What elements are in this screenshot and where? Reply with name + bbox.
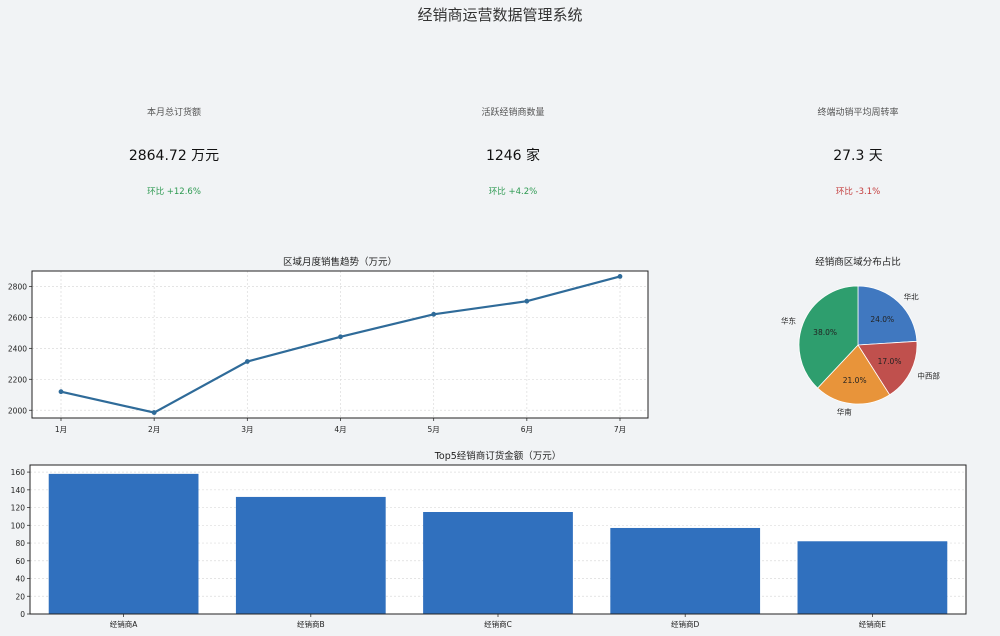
line-chart-xtick-label: 5月 (428, 425, 440, 434)
bar (235, 496, 386, 614)
line-chart-point (151, 410, 157, 415)
line-chart-ytick-label: 2600 (8, 313, 27, 322)
charts-canvas: 区域月度销售趋势（万元） 2000 2200 2400 2600 2800 1月 2月 3月 4月… (8, 256, 967, 629)
line-chart-point (431, 311, 437, 317)
pie-slice-percent: 21.0% (843, 376, 867, 385)
line-chart-ytick-label: 2200 (8, 375, 27, 384)
bar-chart-xtick-label: 经销商A (110, 619, 138, 629)
pie-slice-label: 华东 (781, 315, 796, 325)
bar-chart-ytick-label: 140 (11, 486, 26, 495)
line-chart-ytick-label: 2400 (8, 344, 27, 353)
bar (610, 527, 761, 614)
bar-chart-ytick-label: 120 (11, 504, 26, 513)
line-chart-ytick-label: 2000 (8, 406, 27, 415)
bar-chart-ytick-label: 60 (15, 557, 25, 566)
line-chart-point (524, 298, 530, 304)
bar-chart-ytick-label: 40 (15, 575, 25, 584)
pie-chart-title: 经销商区域分布占比 (815, 256, 901, 268)
line-chart-point (244, 359, 250, 364)
pie-slice-percent: 38.0% (813, 328, 837, 337)
bar-chart-xtick-label: 经销商D (671, 619, 699, 629)
pie-slice-label: 华北 (904, 291, 919, 301)
line-chart-ytick-label: 2800 (8, 282, 27, 291)
bar-chart-ytick-label: 0 (20, 610, 25, 619)
bar-chart-title: Top5经销商订货金额（万元） (434, 450, 562, 462)
bar-chart-ytick-label: 100 (11, 521, 26, 530)
line-chart-xtick-label: 2月 (148, 425, 160, 434)
pie-slice-percent: 17.0% (878, 357, 902, 366)
line-chart-xtick-label: 6月 (521, 425, 533, 434)
pie-slice-percent: 24.0% (870, 315, 894, 324)
bar-chart-ytick-label: 20 (15, 592, 25, 601)
bar-chart-ytick-label: 160 (11, 468, 26, 477)
line-chart-point (617, 274, 623, 279)
bar-chart-xtick-label: 经销商E (859, 619, 886, 629)
bar-chart-ytick-label: 80 (15, 539, 25, 548)
bar-chart-xtick-label: 经销商C (484, 619, 512, 629)
line-chart-point (338, 334, 343, 340)
bar (797, 541, 948, 614)
line-chart-xtick-label: 1月 (55, 425, 67, 434)
line-chart-xtick-label: 7月 (614, 425, 626, 434)
bar (48, 473, 199, 614)
line-chart-point (58, 389, 64, 395)
line-chart-xtick-label: 3月 (241, 425, 253, 434)
bar (423, 512, 573, 614)
line-chart-xtick-label: 4月 (334, 425, 346, 434)
line-chart-title: 区域月度销售趋势（万元） (283, 256, 397, 268)
pie-slice-label: 华南 (837, 406, 852, 416)
bar-chart-xtick-label: 经销商B (297, 619, 325, 629)
pie-slice-label: 中西部 (917, 370, 940, 380)
